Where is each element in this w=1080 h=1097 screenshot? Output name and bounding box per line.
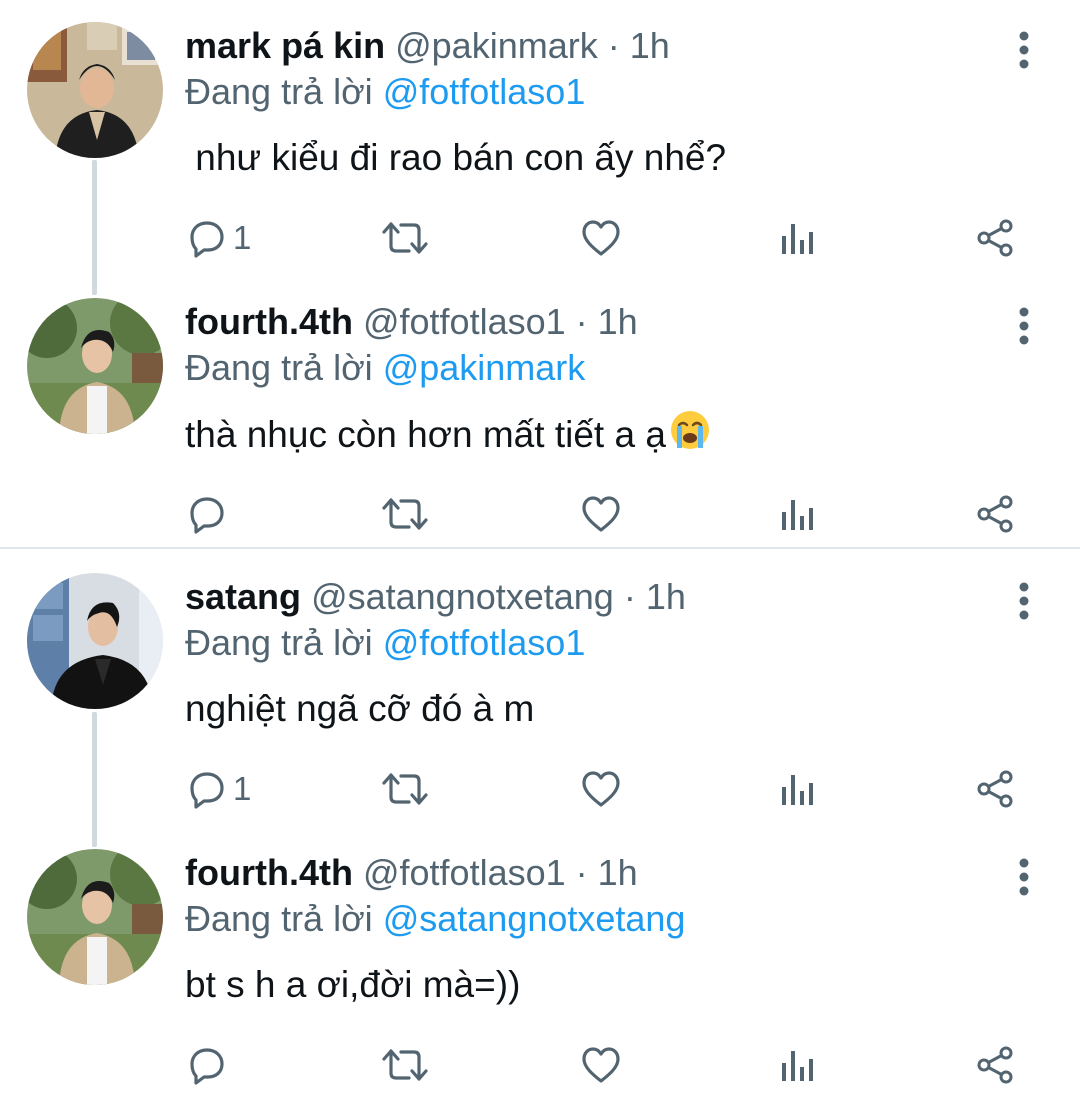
- reply-count: 1: [233, 219, 252, 256]
- handle[interactable]: @satangnotxetang: [311, 576, 614, 617]
- handle-text: @pakinmark: [395, 25, 598, 66]
- mention-link[interactable]: @fotfotlaso1: [383, 622, 586, 663]
- reply-icon: [187, 769, 227, 809]
- timestamp[interactable]: 1h: [598, 301, 638, 342]
- more-icon[interactable]: [1008, 579, 1040, 623]
- like-button[interactable]: [580, 486, 622, 542]
- timestamp[interactable]: 1h: [598, 852, 638, 893]
- replying-to-label: Đang trả lời: [185, 622, 383, 663]
- tweet-actions: [0, 486, 1080, 542]
- retweet-icon: [381, 218, 429, 258]
- display-name[interactable]: fourth.4th: [185, 852, 353, 893]
- share-button[interactable]: [975, 761, 1015, 817]
- like-button[interactable]: [580, 761, 622, 817]
- handle[interactable]: @pakinmark: [395, 25, 598, 66]
- retweet-button[interactable]: [381, 486, 429, 542]
- timestamp[interactable]: 1h: [646, 576, 686, 617]
- handle[interactable]: @fotfotlaso1: [363, 852, 566, 893]
- handle[interactable]: @fotfotlaso1: [363, 301, 566, 342]
- time-separator: ·: [565, 301, 598, 342]
- reply-button[interactable]: [187, 486, 233, 542]
- tweet-text: như kiểu đi rao bán con ấy nhể?: [185, 137, 727, 178]
- like-icon: [580, 218, 622, 258]
- retweet-button[interactable]: [381, 210, 429, 266]
- share-button[interactable]: [975, 486, 1015, 542]
- reply-icon: [187, 494, 227, 534]
- reply-button[interactable]: [187, 1037, 233, 1093]
- tweet-actions: [0, 1037, 1080, 1093]
- avatar[interactable]: [27, 573, 163, 709]
- retweet-icon: [381, 494, 429, 534]
- tweet-header: satang @satangnotxetang · 1h: [185, 573, 686, 621]
- analytics-button[interactable]: [779, 1037, 815, 1093]
- avatar[interactable]: [27, 298, 163, 434]
- reply-icon: [187, 1045, 227, 1085]
- like-button[interactable]: [580, 210, 622, 266]
- retweet-icon: [381, 1045, 429, 1085]
- display-name[interactable]: satang: [185, 576, 301, 617]
- tweet-header: fourth.4th @fotfotlaso1 · 1h: [185, 298, 638, 346]
- display-name[interactable]: fourth.4th: [185, 301, 353, 342]
- tweet-actions: 1: [0, 210, 1080, 266]
- mention-link[interactable]: @pakinmark: [383, 347, 586, 388]
- share-icon: [975, 494, 1015, 534]
- loudly-crying-face-emoji: [668, 408, 712, 466]
- tweet[interactable]: satang @satangnotxetang · 1h Đang trả lờ…: [0, 573, 1080, 823]
- replying-to-label: Đang trả lời: [185, 898, 383, 939]
- replying-to: Đang trả lời @fotfotlaso1: [185, 68, 585, 116]
- share-icon: [975, 218, 1015, 258]
- reply-button[interactable]: 1: [187, 761, 251, 817]
- reply-button[interactable]: 1: [187, 210, 251, 266]
- tweet-text: bt s h a ơi,đời mà=)): [185, 964, 521, 1005]
- reply-count: 1: [233, 770, 252, 807]
- analytics-button[interactable]: [779, 486, 815, 542]
- like-button[interactable]: [580, 1037, 622, 1093]
- share-button[interactable]: [975, 1037, 1015, 1093]
- tweet-header: fourth.4th @fotfotlaso1 · 1h: [185, 849, 638, 897]
- like-icon: [580, 1045, 622, 1085]
- retweet-icon: [381, 769, 429, 809]
- like-icon: [580, 769, 622, 809]
- time-separator: ·: [613, 576, 646, 617]
- retweet-button[interactable]: [381, 761, 429, 817]
- analytics-icon: [779, 218, 815, 258]
- mention-link[interactable]: @satangnotxetang: [383, 898, 686, 939]
- analytics-button[interactable]: [779, 761, 815, 817]
- display-name[interactable]: mark pá kin: [185, 25, 385, 66]
- analytics-icon: [779, 1045, 815, 1085]
- tweet[interactable]: fourth.4th @fotfotlaso1 · 1h Đang trả lờ…: [0, 849, 1080, 1097]
- tweet-actions: 1: [0, 761, 1080, 817]
- tweet-text: nghiệt ngã cỡ đó à m: [185, 688, 535, 729]
- replying-to: Đang trả lời @satangnotxetang: [185, 895, 685, 943]
- analytics-icon: [779, 494, 815, 534]
- reply-icon: [187, 218, 227, 258]
- replying-to: Đang trả lời @fotfotlaso1: [185, 619, 585, 667]
- like-icon: [580, 494, 622, 534]
- analytics-button[interactable]: [779, 210, 815, 266]
- tweet-text: thà nhục còn hơn mất tiết a ạ: [185, 413, 666, 455]
- time-separator: ·: [565, 852, 598, 893]
- tweet[interactable]: fourth.4th @fotfotlaso1 · 1h Đang trả lờ…: [0, 298, 1080, 548]
- more-icon[interactable]: [1008, 855, 1040, 899]
- mention-link[interactable]: @fotfotlaso1: [383, 71, 586, 112]
- share-button[interactable]: [975, 210, 1015, 266]
- analytics-icon: [779, 769, 815, 809]
- share-icon: [975, 769, 1015, 809]
- more-icon[interactable]: [1008, 28, 1040, 72]
- replying-to: Đang trả lời @pakinmark: [185, 344, 585, 392]
- tweet-text-container: thà nhục còn hơn mất tiết a ạ: [185, 408, 712, 460]
- replying-to-label: Đang trả lời: [185, 71, 383, 112]
- retweet-button[interactable]: [381, 1037, 429, 1093]
- avatar[interactable]: [27, 22, 163, 158]
- more-icon[interactable]: [1008, 304, 1040, 348]
- avatar[interactable]: [27, 849, 163, 985]
- replying-to-label: Đang trả lời: [185, 347, 383, 388]
- time-separator: ·: [597, 25, 630, 66]
- tweet-header: mark pá kin @pakinmark · 1h: [185, 22, 670, 70]
- timestamp[interactable]: 1h: [630, 25, 670, 66]
- share-icon: [975, 1045, 1015, 1085]
- tweet[interactable]: mark pá kin @pakinmark · 1h Đang trả lời…: [0, 22, 1080, 272]
